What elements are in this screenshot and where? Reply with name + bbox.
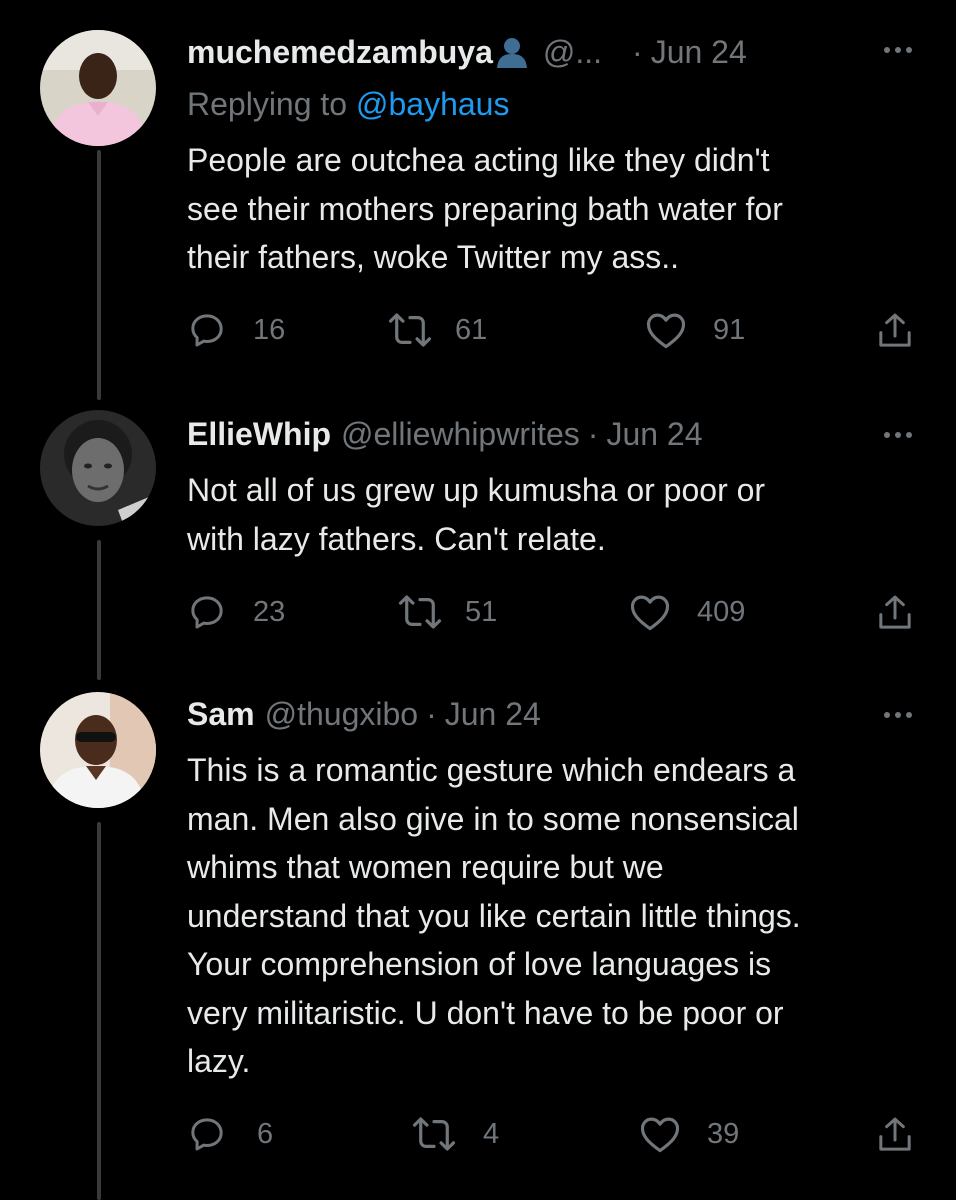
retweet-count: 4 bbox=[483, 1117, 500, 1150]
bust-emoji-icon bbox=[495, 35, 529, 69]
reply-icon bbox=[191, 1118, 223, 1151]
more-icon[interactable] bbox=[884, 47, 912, 53]
retweet-button[interactable]: 4 bbox=[411, 1114, 499, 1154]
reply-icon bbox=[191, 314, 223, 347]
avatar[interactable] bbox=[40, 410, 156, 526]
retweet-icon bbox=[412, 1117, 456, 1151]
like-icon bbox=[630, 595, 670, 631]
reply-count: 23 bbox=[253, 595, 286, 628]
like-count: 409 bbox=[697, 595, 746, 628]
handle[interactable]: @elliewhipwrites bbox=[341, 416, 580, 453]
separator: · bbox=[632, 33, 643, 70]
retweet-button[interactable]: 51 bbox=[397, 592, 497, 632]
handle[interactable]: @... bbox=[543, 34, 602, 71]
reply-icon bbox=[191, 596, 223, 629]
share-icon bbox=[879, 1117, 911, 1151]
share-button[interactable] bbox=[875, 310, 915, 352]
share-button[interactable] bbox=[875, 592, 915, 634]
reply-count: 6 bbox=[257, 1117, 274, 1150]
reply-button[interactable]: 23 bbox=[187, 592, 285, 632]
retweet-icon bbox=[398, 595, 442, 629]
display-name[interactable]: muchemedzambuya bbox=[187, 34, 493, 71]
tweet-header: muchemedzambuya @... · Jun 24 bbox=[187, 32, 916, 72]
action-bar: 16 61 91 bbox=[187, 310, 927, 354]
display-name[interactable]: Sam bbox=[187, 696, 255, 733]
more-icon[interactable] bbox=[884, 432, 912, 438]
avatar[interactable] bbox=[40, 692, 156, 808]
retweet-count: 61 bbox=[455, 313, 488, 346]
display-name[interactable]: EllieWhip bbox=[187, 416, 331, 453]
date[interactable]: Jun 24 bbox=[606, 416, 702, 453]
thread-line bbox=[97, 150, 101, 400]
separator: · bbox=[587, 415, 599, 452]
thread-line bbox=[97, 822, 101, 1200]
mention-link[interactable]: @bayhaus bbox=[356, 86, 509, 122]
tweet-text: Not all of us grew up kumusha or poor or… bbox=[187, 472, 766, 557]
like-button[interactable]: 409 bbox=[629, 592, 745, 632]
retweet-button[interactable]: 61 bbox=[387, 310, 487, 350]
replying-to: Replying to @bayhaus bbox=[187, 86, 509, 123]
share-button[interactable] bbox=[875, 1114, 915, 1156]
like-button[interactable]: 91 bbox=[645, 310, 745, 350]
tweet-header: EllieWhip @elliewhipwrites · Jun 24 bbox=[187, 414, 916, 454]
action-bar: 23 51 409 bbox=[187, 592, 927, 636]
share-icon bbox=[879, 595, 911, 629]
avatar[interactable] bbox=[40, 30, 156, 146]
handle[interactable]: @thugxibo bbox=[265, 696, 418, 733]
more-icon[interactable] bbox=[884, 712, 912, 718]
tweet-header: Sam @thugxibo · Jun 24 bbox=[187, 694, 916, 734]
tweet-text: People are outchea acting like they didn… bbox=[187, 142, 783, 275]
like-button[interactable]: 39 bbox=[639, 1114, 739, 1154]
tweet-text: This is a romantic gesture which endears… bbox=[187, 752, 801, 1079]
like-icon bbox=[640, 1117, 680, 1153]
date[interactable]: Jun 24 bbox=[651, 34, 747, 71]
replying-prefix: Replying to bbox=[187, 86, 348, 122]
retweet-icon bbox=[388, 313, 432, 347]
like-count: 39 bbox=[707, 1117, 740, 1150]
action-bar: 6 4 39 bbox=[187, 1114, 927, 1158]
like-count: 91 bbox=[713, 313, 746, 346]
reply-button[interactable]: 16 bbox=[187, 310, 285, 350]
reply-count: 16 bbox=[253, 313, 286, 346]
date[interactable]: Jun 24 bbox=[445, 696, 541, 733]
thread-line bbox=[97, 540, 101, 680]
reply-button[interactable]: 6 bbox=[187, 1114, 273, 1154]
share-icon bbox=[879, 313, 911, 347]
like-icon bbox=[646, 313, 686, 349]
retweet-count: 51 bbox=[465, 595, 498, 628]
separator: · bbox=[426, 695, 437, 732]
